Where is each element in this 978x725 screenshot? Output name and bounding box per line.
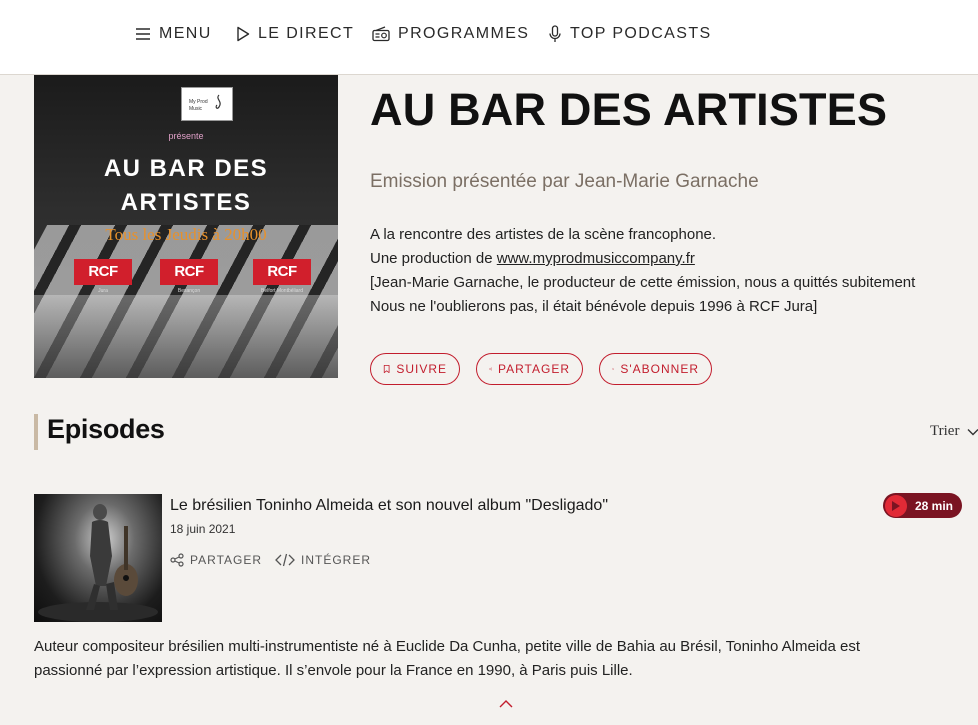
desc-line-2: Une production de www.myprodmusiccompany… [370,247,915,271]
share-button[interactable]: PARTAGER [476,353,583,385]
episode-date: 18 juin 2021 [170,522,236,536]
rcf-caption-belfort: Belfort Montbéliard [261,288,303,294]
chevron-up-icon[interactable] [498,697,514,711]
nav-menu[interactable]: MENU [135,22,212,46]
episode-thumbnail[interactable] [34,494,162,622]
chevron-down-icon [967,428,978,435]
episodes-heading: Episodes [47,414,165,444]
hamburger-icon [136,28,150,40]
nav-top-podcasts[interactable]: TOP PODCASTS [548,22,712,46]
top-navigation: MENU LE DIRECT PROGRAMMES TOP PODCASTS [0,0,978,75]
nav-direct-label: LE DIRECT [258,25,355,42]
rss-icon [612,368,615,370]
subscribe-button[interactable]: S'ABONNER [599,353,712,385]
bookmark-icon [383,364,390,374]
svg-text:My Prod: My Prod [189,99,208,105]
episode-title[interactable]: Le brésilien Toninho Almeida et son nouv… [170,497,608,515]
follow-button[interactable]: SUIVRE [370,353,460,385]
desc-line-1: A la rencontre des artistes de la scène … [370,226,717,243]
episode-embed-button[interactable]: INTÉGRER [275,553,371,567]
play-icon [885,494,907,517]
show-cover-image: My Prod Music présente AU BAR DES ARTISTE… [34,75,338,378]
rcf-caption-besancon: Besançon [177,288,201,294]
cover-schedule: Tous les Jeudis à 20h00 [105,225,267,244]
nav-programmes-label: PROGRAMMES [398,25,530,42]
episode-embed-label: INTÉGRER [301,553,372,567]
nav-menu-label: MENU [159,25,212,42]
share-label: PARTAGER [497,362,570,376]
rcf-caption-jura: Jura [98,288,108,294]
company-logo: My Prod Music [181,87,233,121]
cover-title-line1: AU BAR DES [103,155,269,182]
nav-le-direct[interactable]: LE DIRECT [236,22,354,46]
code-icon [275,553,295,567]
cover-title-line2: ARTISTES [120,189,252,216]
piano-shadow-decoration [34,295,338,378]
follow-label: SUIVRE [396,362,447,376]
show-title: AU BAR DES ARTISTES [370,84,888,135]
desc-line-4: Nous ne l'oublierons pas, il était bénév… [370,298,818,315]
microphone-icon [549,25,561,42]
treble-clef-icon: My ProdMusic [189,94,221,112]
episode-share-label: PARTAGER [190,553,263,567]
episode-duration: 28 min [915,498,954,513]
share-icon [489,367,492,371]
play-icon [237,26,250,42]
episode-description: Auteur compositeur brésilien multi-instr… [34,638,860,679]
share-icon [170,553,184,567]
production-link[interactable]: www.myprodmusiccompany.fr [497,250,695,267]
desc-line-3: [Jean-Marie Garnache, le producteur de c… [370,274,916,291]
sort-dropdown[interactable]: Trier [930,423,978,440]
svg-text:Music: Music [189,106,203,112]
nav-programmes[interactable]: PROGRAMMES [372,22,529,46]
cover-presente: présente [168,131,204,141]
episodes-accent-bar [34,414,38,450]
subscribe-label: S'ABONNER [620,362,699,376]
episode-play-button[interactable]: 28 min [883,493,962,518]
rcf-logo-jura: RCF [74,259,132,285]
rcf-logo-belfort: RCF [253,259,311,285]
rcf-logo-besancon: RCF [160,259,218,285]
episode-share-button[interactable]: PARTAGER [170,553,262,567]
show-description: A la rencontre des artistes de la scène … [370,223,915,319]
sort-label: Trier [930,423,960,439]
radio-icon [372,26,390,42]
desc-prefix: Une production de [370,250,497,267]
guitarist-photo [38,504,158,622]
nav-podcasts-label: TOP PODCASTS [570,25,712,42]
show-subtitle: Emission présentée par Jean-Marie Garnac… [370,171,759,192]
